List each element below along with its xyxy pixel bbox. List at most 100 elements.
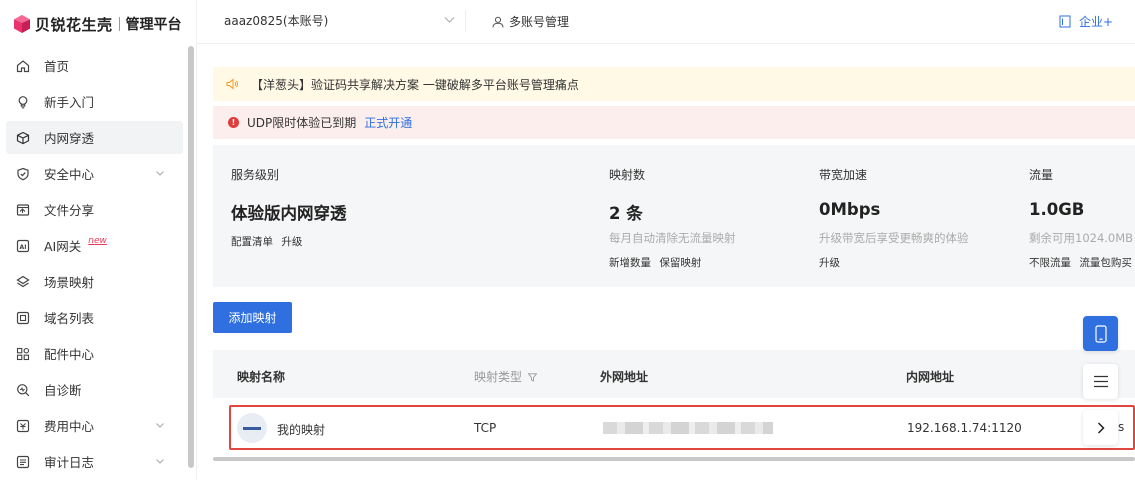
stat-desc: 剩余可用1024.0MB (1029, 231, 1134, 245)
config-list-link[interactable]: 配置清单 (231, 236, 273, 248)
mapping-type: TCP (474, 421, 497, 435)
stat-value: 2 条 (609, 204, 643, 223)
sidebar-item-domains[interactable]: 域名列表 (6, 301, 183, 334)
column-header-external: 外网地址 (600, 370, 649, 384)
header-divider (465, 10, 466, 32)
stat-value: 1.0GB (1029, 200, 1085, 219)
upgrade-link[interactable]: 升级 (281, 236, 302, 248)
upgrade-bandwidth-link[interactable]: 升级 (819, 257, 840, 269)
multi-account-label: 多账号管理 (509, 15, 570, 29)
sidebar-item-file-share[interactable]: 文件分享 (6, 193, 183, 226)
stat-title: 服务级别 (231, 168, 280, 182)
stat-title: 映射数 (609, 168, 646, 182)
stat-links: 配置清单 升级 (231, 234, 307, 249)
chevron-down-icon[interactable] (444, 16, 455, 24)
stats-panel: 服务级别 体验版内网穿透 配置清单 升级 映射数 2 条 每月自动清除无流量映射… (213, 145, 1135, 287)
add-quota-link[interactable]: 新增数量 (609, 257, 651, 269)
building-icon (1059, 15, 1071, 28)
activate-link[interactable]: 正式开通 (364, 114, 412, 131)
table-horizontal-scrollbar[interactable] (213, 457, 1135, 461)
stat-title: 流量 (1029, 168, 1054, 182)
sidebar-item-home[interactable]: 首页 (6, 49, 183, 82)
grid-icon (16, 347, 30, 361)
chevron-down-icon[interactable] (155, 456, 165, 466)
sidebar-item-label: 安全中心 (44, 167, 95, 182)
brand-logo[interactable]: 贝锐花生壳 管理平台 (12, 13, 182, 35)
mapping-icon (237, 413, 267, 443)
sidebar-nav: 首页 新手入门 内网穿透 安全中心 文件分享 AI AI网关 new 场景映射 (0, 48, 190, 481)
stat-links: 不限流量 流量包购买 (1029, 255, 1135, 270)
buy-traffic-link[interactable]: 流量包购买 (1079, 257, 1132, 269)
sidebar: 贝锐花生壳 管理平台 首页 新手入门 内网穿透 安全中心 文件分享 AI AI网… (0, 0, 197, 480)
mobile-app-button[interactable] (1083, 316, 1118, 351)
notice-text: 【洋葱头】验证码共享解决方案 一键破解多平台账号管理痛点 (251, 77, 579, 92)
folder-share-icon (16, 203, 30, 217)
sidebar-item-security[interactable]: 安全中心 (6, 157, 183, 190)
sidebar-scrollbar[interactable] (188, 46, 194, 468)
new-badge: new (88, 235, 107, 246)
stat-value: 体验版内网穿透 (231, 204, 347, 223)
sidebar-item-label: 文件分享 (44, 203, 95, 218)
sidebar-item-billing[interactable]: 费用中心 (6, 409, 183, 442)
sidebar-item-label: 内网穿透 (44, 131, 95, 146)
billing-icon (16, 419, 30, 433)
ai-icon: AI (16, 239, 30, 253)
table-row[interactable]: 我的映射 TCP 192.168.1.74:1120 (229, 405, 1135, 450)
sidebar-item-label: 自诊断 (44, 383, 82, 398)
chevron-down-icon[interactable] (155, 168, 165, 178)
home-icon (16, 59, 30, 73)
enterprise-label: 企业+ (1079, 15, 1114, 29)
menu-list-button[interactable] (1083, 364, 1118, 399)
list-icon (1093, 375, 1108, 388)
lightbulb-icon (16, 95, 30, 109)
alert-icon: ! (228, 117, 239, 128)
add-mapping-button[interactable]: 添加映射 (213, 302, 292, 333)
cube-icon (16, 131, 30, 145)
brand-name: 贝锐花生壳 (35, 15, 113, 34)
notice-banner[interactable]: 【洋葱头】验证码共享解决方案 一键破解多平台账号管理痛点 (213, 67, 1135, 101)
external-address-redacted (603, 422, 773, 434)
sidebar-item-diagnose[interactable]: 自诊断 (6, 373, 183, 406)
shield-check-icon (16, 167, 30, 181)
stat-links: 升级 (819, 255, 845, 270)
sidebar-item-scene-mapping[interactable]: 场景映射 (6, 265, 183, 298)
multi-account-link[interactable]: 多账号管理 (492, 13, 569, 30)
sidebar-item-getting-started[interactable]: 新手入门 (6, 85, 183, 118)
mapping-name[interactable]: 我的映射 (277, 421, 325, 438)
user-icon (492, 16, 504, 28)
sidebar-item-intranet[interactable]: 内网穿透 (6, 121, 183, 154)
sidebar-item-accessories[interactable]: 配件中心 (6, 337, 183, 370)
column-header-name: 映射名称 (237, 370, 286, 384)
filter-icon[interactable] (527, 373, 538, 382)
sidebar-item-label: 场景映射 (44, 275, 95, 290)
keep-mapping-link[interactable]: 保留映射 (659, 257, 701, 269)
sidebar-item-label: AI网关 (44, 239, 82, 254)
next-button[interactable] (1083, 410, 1118, 445)
udp-expired-banner: ! UDP限时体验已到期 正式开通 (213, 106, 1135, 139)
sidebar-item-label: 审计日志 (44, 455, 95, 470)
sidebar-item-label: 首页 (44, 59, 70, 74)
column-header-type[interactable]: 映射类型 (474, 368, 538, 385)
top-bar: aaaz0825(本账号) 多账号管理 企业+ (197, 0, 1135, 44)
udp-expired-text: UDP限时体验已到期 (247, 116, 357, 130)
stat-desc: 每月自动清除无流量映射 (609, 231, 736, 245)
svg-text:AI: AI (20, 243, 27, 250)
unlimited-traffic-link[interactable]: 不限流量 (1029, 257, 1071, 269)
chevron-right-icon (1097, 421, 1105, 434)
diagnose-icon (16, 383, 30, 397)
sidebar-item-ai-gateway[interactable]: AI AI网关 new (6, 229, 183, 262)
sidebar-item-label: 配件中心 (44, 347, 95, 362)
chevron-down-icon[interactable] (155, 420, 165, 430)
account-selector[interactable]: aaaz0825(本账号) (224, 12, 328, 29)
stat-value: 0Mbps (819, 200, 881, 219)
speaker-icon (226, 78, 238, 90)
sidebar-item-audit-log[interactable]: 审计日志 (6, 445, 183, 478)
brand-subtitle: 管理平台 (125, 17, 182, 33)
brand-separator (118, 17, 120, 31)
column-header-internal: 内网地址 (906, 370, 955, 384)
stat-desc: 升级带宽后享受更畅爽的体验 (819, 231, 969, 245)
enterprise-link[interactable]: 企业+ (1059, 13, 1113, 30)
stat-title: 带宽加速 (819, 168, 868, 182)
scene-icon (16, 275, 30, 289)
row-truncated-text: s (1118, 420, 1125, 434)
